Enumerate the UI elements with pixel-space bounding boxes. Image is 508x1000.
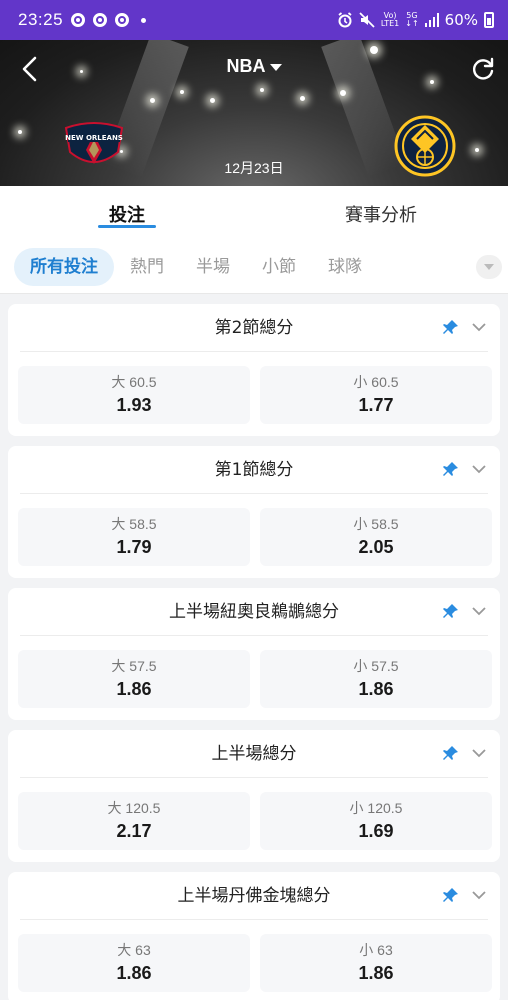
active-tab-indicator [98, 225, 156, 228]
chevron-down-icon[interactable] [470, 886, 488, 904]
main-tabs: 投注 賽事分析 [0, 186, 508, 240]
match-date: 12月23日 [224, 160, 284, 176]
chevron-down-icon[interactable] [470, 602, 488, 620]
over-odds-value: 1.93 [116, 395, 152, 415]
chrome-notification-icon [115, 13, 130, 27]
stadium-light [210, 98, 215, 103]
market-card: 上半場總分 大 120.5 2.17 小 120.5 1.69 [8, 730, 500, 862]
more-notifications-icon [141, 17, 147, 23]
status-bar: 23:25 Vo) LTE1 5G ↓↑ 60% [0, 0, 508, 40]
chip-team[interactable]: 球隊 [312, 248, 378, 286]
market-card: 第1節總分 大 58.5 1.79 小 58.5 2.05 [8, 446, 500, 578]
volte-indicator: Vo) LTE1 [380, 11, 400, 28]
mute-icon [359, 12, 375, 28]
chevron-down-icon[interactable] [470, 460, 488, 478]
pin-icon[interactable] [442, 460, 460, 478]
under-odds-button[interactable]: 小 57.5 1.86 [260, 650, 492, 708]
stadium-light [260, 88, 264, 92]
over-line-label: 大 63 [117, 942, 151, 958]
stadium-light [340, 90, 346, 96]
pin-icon[interactable] [442, 744, 460, 762]
under-odds-button[interactable]: 小 58.5 2.05 [260, 508, 492, 566]
under-odds-value: 1.69 [358, 821, 394, 841]
chevron-down-icon[interactable] [470, 318, 488, 336]
over-odds-value: 1.79 [116, 537, 152, 557]
market-card: 上半場丹佛金塊總分 大 63 1.86 小 63 1.86 [8, 872, 500, 1000]
stadium-light [475, 148, 479, 152]
under-odds-value: 1.77 [358, 395, 394, 415]
market-title: 第1節總分 [20, 446, 488, 494]
over-odds-value: 1.86 [116, 963, 152, 983]
dropdown-caret-icon [269, 63, 282, 71]
market-card: 上半場紐奧良鵜鶘總分 大 57.5 1.86 小 57.5 1.86 [8, 588, 500, 720]
over-odds-button[interactable]: 大 63 1.86 [18, 934, 250, 992]
chevron-down-icon [484, 264, 494, 270]
battery-icon [484, 12, 494, 28]
bet-category-filter: 所有投注 熱門 半場 小節 球隊 [0, 240, 508, 294]
over-odds-button[interactable]: 大 57.5 1.86 [18, 650, 250, 708]
chip-half[interactable]: 半場 [180, 248, 246, 286]
market-title: 第2節總分 [20, 304, 488, 352]
under-line-label: 小 63 [359, 942, 393, 958]
pin-icon[interactable] [442, 886, 460, 904]
league-selector[interactable]: NBA [0, 56, 508, 77]
over-line-label: 大 57.5 [111, 658, 157, 674]
stadium-light [18, 130, 22, 134]
market-card: 第2節總分 大 60.5 1.93 小 60.5 1.77 [8, 304, 500, 436]
under-line-label: 小 58.5 [353, 516, 399, 532]
alarm-icon [338, 12, 352, 28]
under-odds-button[interactable]: 小 63 1.86 [260, 934, 492, 992]
over-odds-button[interactable]: 大 58.5 1.79 [18, 508, 250, 566]
clock: 23:25 [18, 10, 64, 29]
under-odds-button[interactable]: 小 120.5 1.69 [260, 792, 492, 850]
tab-betting-label: 投注 [109, 205, 145, 226]
stadium-light [300, 96, 305, 101]
data-indicator: 5G ↓↑ [405, 11, 419, 28]
chip-popular[interactable]: 熱門 [114, 248, 180, 286]
stadium-light [150, 98, 155, 103]
stadium-light [430, 80, 434, 84]
market-title: 上半場紐奧良鵜鶘總分 [20, 588, 488, 636]
over-line-label: 大 120.5 [107, 800, 161, 816]
under-odds-button[interactable]: 小 60.5 1.77 [260, 366, 492, 424]
over-odds-button[interactable]: 大 60.5 1.93 [18, 366, 250, 424]
under-odds-value: 1.86 [358, 963, 394, 983]
pin-icon[interactable] [442, 318, 460, 336]
chrome-notification-icon [71, 13, 86, 27]
stadium-light [180, 90, 184, 94]
over-odds-button[interactable]: 大 120.5 2.17 [18, 792, 250, 850]
under-odds-value: 1.86 [358, 679, 394, 699]
over-line-label: 大 60.5 [111, 374, 157, 390]
match-header: NBA NEW ORLEANS 12月23日 [0, 40, 508, 186]
under-line-label: 小 60.5 [353, 374, 399, 390]
chevron-down-icon[interactable] [470, 744, 488, 762]
signal-icon [424, 13, 439, 27]
expand-categories-button[interactable] [476, 255, 502, 279]
svg-text:NEW ORLEANS: NEW ORLEANS [65, 134, 123, 142]
pin-icon[interactable] [442, 602, 460, 620]
battery-percent: 60% [444, 11, 478, 29]
market-title: 上半場總分 [20, 730, 488, 778]
stadium-light [370, 46, 378, 54]
under-line-label: 小 120.5 [349, 800, 403, 816]
tab-match-analysis[interactable]: 賽事分析 [254, 186, 508, 240]
chip-quarter[interactable]: 小節 [246, 248, 312, 286]
market-list: 第2節總分 大 60.5 1.93 小 60.5 1.77 第1節總分 大 58… [0, 294, 508, 1000]
chrome-notification-icon [93, 13, 108, 27]
under-odds-value: 2.05 [358, 537, 394, 557]
league-name: NBA [226, 56, 266, 76]
chip-all-bets[interactable]: 所有投注 [14, 247, 114, 286]
market-title: 上半場丹佛金塊總分 [20, 872, 488, 920]
under-line-label: 小 57.5 [353, 658, 399, 674]
tab-betting[interactable]: 投注 [0, 186, 254, 240]
over-odds-value: 2.17 [116, 821, 152, 841]
tab-match-analysis-label: 賽事分析 [345, 205, 417, 226]
over-odds-value: 1.86 [116, 679, 152, 699]
over-line-label: 大 58.5 [111, 516, 157, 532]
refresh-icon[interactable] [470, 56, 496, 82]
